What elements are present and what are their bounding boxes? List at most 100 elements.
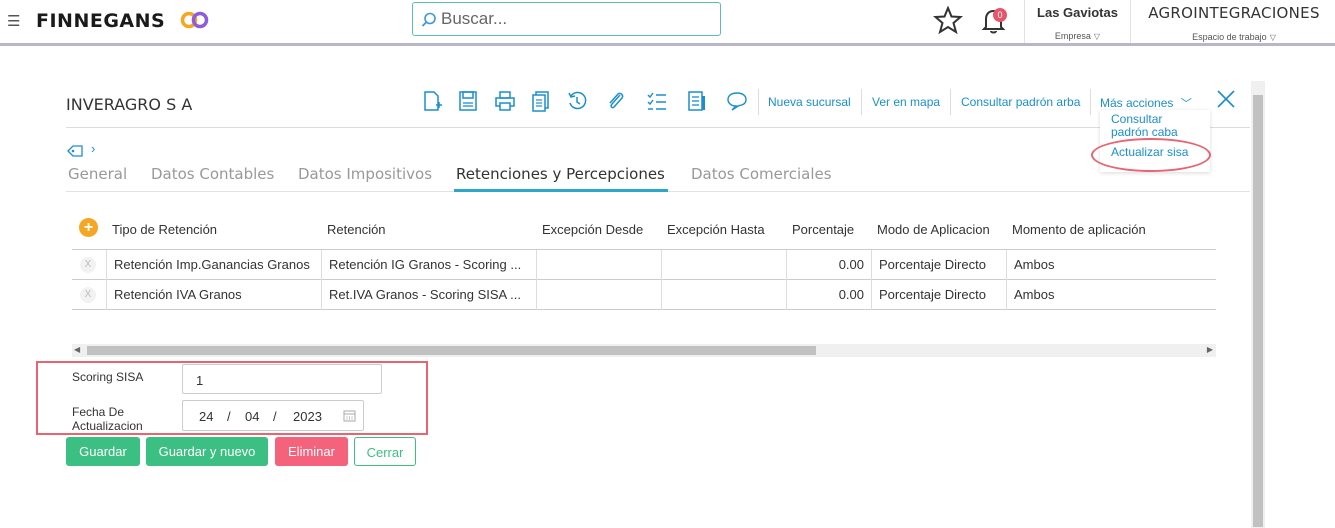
guardar-button[interactable]: Guardar [66,437,140,466]
page-title: INVERAGRO S A [66,95,193,114]
table-cell[interactable]: Ambos [1007,280,1216,310]
table-cell[interactable]: Ambos [1007,250,1216,280]
scroll-right-arrow-icon[interactable]: ▶ [1207,345,1213,354]
table-cell[interactable]: Ret.IVA Granos - Scoring SISA ... [322,280,537,310]
table-cell[interactable] [537,250,662,280]
consultar-padron-arba-link[interactable]: Consultar padrón arba [961,95,1080,109]
row-action-cell: X [72,250,107,280]
tab-retenciones-percepciones[interactable]: Retenciones y Percepciones [456,165,665,183]
fecha-actualizacion-field[interactable]: 24 / 04 / 2023 [182,400,364,431]
date-separator: / [227,409,231,424]
table-cell[interactable]: Porcentaje Directo [872,250,1007,280]
app-logo[interactable]: FINNEGANS [36,10,165,32]
history-icon[interactable] [566,90,588,112]
scoring-sisa-field[interactable]: 1 [182,364,382,394]
mas-acciones-label: Más acciones [1100,96,1174,110]
scrollbar-thumb[interactable] [87,346,816,355]
mas-acciones-button[interactable]: Más acciones ﹀ [1100,95,1192,111]
copy-icon[interactable] [530,90,552,112]
company-name: Las Gaviotas [1037,5,1118,20]
new-document-icon[interactable] [421,90,443,112]
calendar-icon[interactable] [343,409,356,422]
logo-mark-icon [180,11,209,29]
date-year[interactable]: 2023 [293,409,322,424]
divider [1130,0,1131,43]
tab-datos-contables[interactable]: Datos Contables [151,165,274,183]
notifications-badge: 0 [993,8,1007,22]
chevron-down-icon: ﹀ [1180,98,1192,110]
divider [1090,89,1091,115]
table-cell[interactable] [662,250,787,280]
column-header[interactable]: Retención [327,222,386,237]
column-header[interactable]: Porcentaje [792,222,854,237]
table-cell[interactable]: 0.00 [787,250,872,280]
table-cell[interactable]: Retención Imp.Ganancias Granos [107,250,322,280]
nueva-sucursal-link[interactable]: Nueva sucursal [768,95,851,109]
divider [950,89,951,115]
column-header[interactable]: Momento de aplicación [1012,222,1146,237]
table-cell[interactable]: Retención IG Granos - Scoring ... [322,250,537,280]
header-divider [66,127,1250,128]
highlight-ellipse [1091,138,1211,172]
eliminar-button[interactable]: Eliminar [275,437,348,466]
divider [758,89,759,115]
menu-item-consultar-padron-caba[interactable]: Consultar padrón caba [1111,113,1201,139]
vertical-scrollbar[interactable] [1251,81,1265,528]
scoring-sisa-label: Scoring SISA [72,370,144,384]
chevron-down-icon: ▽ [1093,32,1101,41]
workspace-selector[interactable]: AGROINTEGRACIONES Espacio de trabajo ▽ [1133,4,1335,42]
table-cell[interactable] [662,280,787,310]
company-selector[interactable]: Las Gaviotas Empresa ▽ [1025,5,1130,41]
date-day[interactable]: 24 [199,409,213,424]
workspace-name: AGROINTEGRACIONES [1148,4,1320,22]
cerrar-button[interactable]: Cerrar [354,437,416,466]
scrollbar-thumb[interactable] [1253,95,1263,527]
checklist-icon[interactable] [646,90,668,112]
company-label-row: Empresa ▽ [1025,31,1130,41]
workspace-label: Espacio de trabajo [1192,32,1267,42]
divider [861,89,862,115]
workspace-label-row: Espacio de trabajo ▽ [1133,32,1335,42]
fecha-actualizacion-label: Fecha De Actualizacion [72,405,143,433]
save-icon[interactable] [457,90,479,112]
horizontal-scrollbar[interactable]: ◀ ▶ [72,344,1216,357]
breadcrumb-chevron-icon: › [91,141,96,156]
table-cell[interactable]: Porcentaje Directo [872,280,1007,310]
table-cell[interactable]: 0.00 [787,280,872,310]
guardar-y-nuevo-button[interactable]: Guardar y nuevo [146,437,268,466]
date-separator: / [273,409,277,424]
search-icon [421,12,436,27]
tab-general[interactable]: General [68,165,127,183]
print-icon[interactable] [494,90,516,112]
chevron-down-icon: ▽ [1269,33,1276,42]
ver-en-mapa-link[interactable]: Ver en mapa [872,95,940,109]
table-cell[interactable]: Retención IVA Granos [107,280,322,310]
date-month[interactable]: 04 [245,409,259,424]
column-header[interactable]: Excepción Hasta [667,222,765,237]
table-row[interactable]: X Retención Imp.Ganancias Granos Retenci… [72,250,1216,280]
table-row[interactable]: X Retención IVA Granos Ret.IVA Granos - … [72,280,1216,310]
column-header[interactable]: Modo de Aplicacion [877,222,990,237]
column-header[interactable]: Tipo de Retención [112,222,217,237]
search-box[interactable] [412,2,721,36]
favorites-star-icon[interactable] [933,6,963,34]
row-action-cell: X [72,280,107,310]
table-cell[interactable] [537,280,662,310]
active-tab-indicator [454,189,668,192]
tag-icon[interactable] [67,144,83,158]
remove-row-icon[interactable]: X [80,287,96,303]
remove-row-icon[interactable]: X [80,257,96,273]
attachment-icon[interactable] [605,90,627,112]
close-icon[interactable] [1215,88,1237,110]
add-row-button[interactable]: + [79,218,98,237]
column-header[interactable]: Excepción Desde [542,222,643,237]
search-input[interactable] [441,7,711,31]
scoring-sisa-value: 1 [196,373,204,388]
scroll-left-arrow-icon[interactable]: ◀ [74,345,80,354]
tab-datos-impositivos[interactable]: Datos Impositivos [298,165,432,183]
company-label: Empresa [1054,31,1091,41]
comment-icon[interactable] [726,90,748,112]
tab-datos-comerciales[interactable]: Datos Comerciales [691,165,832,183]
report-icon[interactable] [686,90,708,112]
hamburger-menu-icon[interactable]: ☰ [7,12,20,30]
